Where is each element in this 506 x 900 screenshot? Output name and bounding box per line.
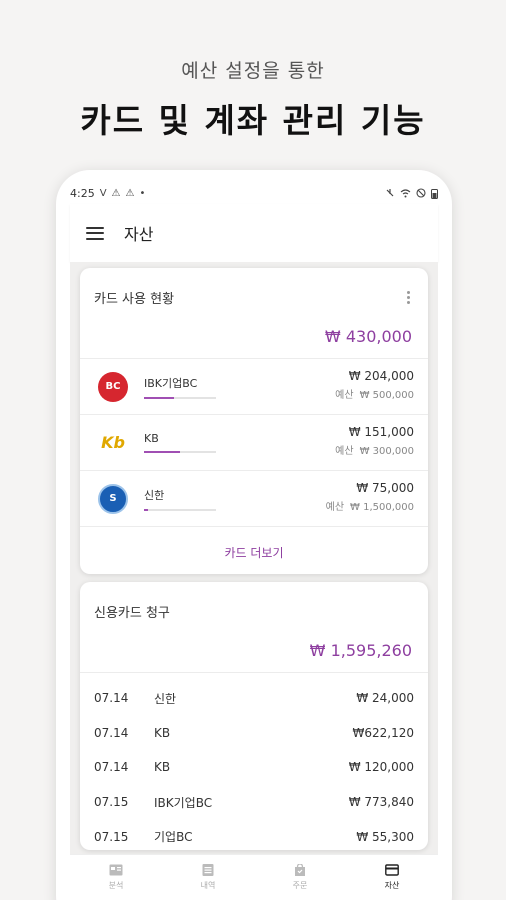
bill-card-name: IBK기업BC (154, 795, 213, 810)
more-options-icon[interactable] (403, 289, 414, 306)
hamburger-menu-icon[interactable] (86, 226, 104, 240)
bill-amount: ₩ 120,000 (348, 760, 414, 775)
bill-card-name: 기업BC (154, 830, 193, 845)
bottom-nav: 분석 내역 주문 자산 (70, 854, 438, 900)
status-bar: 4:25 V ⚠ ⚠ • (70, 182, 438, 204)
kb-card-logo-icon: Kb (98, 427, 128, 458)
credit-bill-card: 신용카드 청구 ₩ 1,595,260 07.14 신한 ₩ 24,000 07… (80, 582, 428, 850)
warning-icon: ⚠ (125, 187, 135, 199)
main-content[interactable]: 카드 사용 현황 ₩ 430,000 BC IBK기업BC ₩ 204,000 … (70, 262, 438, 868)
nav-assets[interactable]: 자산 (346, 855, 438, 900)
bill-date: 07.14 (94, 760, 129, 775)
bill-date: 07.14 (94, 691, 129, 706)
credit-bill-title: 신용카드 청구 (94, 606, 170, 621)
bc-card-logo-icon: BC (98, 371, 128, 402)
credit-bill-total: ₩ 1,595,260 (309, 641, 412, 660)
card-amount: ₩ 151,000 (348, 425, 414, 439)
bill-row[interactable]: 07.15 기업BC ₩ 55,300 (80, 819, 428, 854)
notification-v-icon: V (99, 187, 107, 199)
card-icon (385, 864, 399, 876)
bill-card-name: KB (154, 725, 171, 740)
bill-amount: ₩ 773,840 (348, 795, 414, 810)
warning-icon: ⚠ (111, 187, 121, 199)
status-time: 4:25 (70, 186, 95, 200)
card-budget: ₩ 1,500,000 (350, 502, 414, 513)
bill-date: 07.15 (94, 795, 129, 810)
battery-icon (431, 188, 438, 199)
card-amount: ₩ 204,000 (348, 369, 414, 383)
bill-row[interactable]: 07.14 KB ₩ 120,000 (80, 750, 428, 785)
bill-card-name: 신한 (154, 691, 177, 706)
card-amount: ₩ 75,000 (356, 481, 414, 495)
app-bar: 자산 (70, 204, 438, 262)
dnd-icon (416, 188, 426, 198)
nav-label: 자산 (384, 881, 400, 890)
budget-progress-fill (144, 396, 174, 399)
card-row-shinhan[interactable]: S 신한 ₩ 75,000 예산 ₩ 1,500,000 (80, 471, 428, 527)
budget-progress-bar (144, 396, 216, 399)
card-budget: ₩ 500,000 (359, 390, 414, 401)
bill-date: 07.15 (94, 829, 129, 844)
promo-subtitle: 예산 설정을 통한 (181, 60, 325, 82)
dot-icon: • (139, 187, 146, 199)
bill-date: 07.14 (94, 725, 129, 740)
budget-progress-bar (144, 451, 216, 453)
bill-amount: ₩ 24,000 (356, 691, 414, 706)
nav-order[interactable]: 주문 (254, 855, 346, 900)
divider (80, 672, 428, 673)
phone-frame: 4:25 V ⚠ ⚠ • 자산 카드 사용 현황 ₩ 430,000 BC IB… (56, 170, 452, 900)
analysis-icon (109, 864, 123, 876)
wifi-icon (400, 188, 411, 197)
budget-progress-bar (144, 508, 216, 511)
bill-row[interactable]: 07.14 KB ₩622,120 (80, 716, 428, 751)
bill-amount: ₩ 55,300 (356, 829, 414, 844)
card-usage-card: 카드 사용 현황 ₩ 430,000 BC IBK기업BC ₩ 204,000 … (80, 268, 428, 574)
more-cards-button[interactable]: 카드 더보기 (80, 527, 428, 577)
card-usage-total: ₩ 430,000 (324, 327, 412, 346)
budget-progress-fill (144, 508, 148, 511)
bill-card-name: KB (154, 760, 171, 775)
nav-label: 주문 (292, 881, 308, 890)
promo-title: 카드 및 계좌 관리 기능 (80, 101, 426, 140)
bill-row[interactable]: 07.15 IBK기업BC ₩ 773,840 (80, 785, 428, 820)
budget-label: 예산 (335, 446, 354, 457)
nav-analysis[interactable]: 분석 (70, 855, 162, 900)
shinhan-card-logo-icon: S (98, 483, 128, 514)
card-row-ibk[interactable]: BC IBK기업BC ₩ 204,000 예산 ₩ 500,000 (80, 359, 428, 415)
nav-label: 내역 (200, 881, 216, 890)
nav-history[interactable]: 내역 (162, 855, 254, 900)
bill-list: 07.14 신한 ₩ 24,000 07.14 KB ₩622,120 07.1… (80, 681, 428, 854)
bill-row[interactable]: 07.14 신한 ₩ 24,000 (80, 681, 428, 716)
budget-label: 예산 (335, 390, 354, 401)
mute-icon (386, 189, 394, 197)
card-usage-title: 카드 사용 현황 (94, 292, 175, 307)
budget-label: 예산 (325, 502, 345, 513)
history-icon (202, 864, 214, 876)
card-name: KB (144, 432, 159, 445)
card-name: IBK기업BC (144, 376, 198, 390)
page-title: 자산 (124, 225, 154, 244)
card-row-kb[interactable]: Kb KB ₩ 151,000 예산 ₩ 300,000 (80, 415, 428, 471)
order-icon (295, 864, 305, 876)
card-name: 신한 (144, 488, 165, 502)
budget-progress-fill (144, 451, 180, 453)
card-budget: ₩ 300,000 (359, 446, 414, 457)
nav-label: 분석 (108, 881, 124, 890)
bill-amount: ₩622,120 (352, 725, 415, 740)
